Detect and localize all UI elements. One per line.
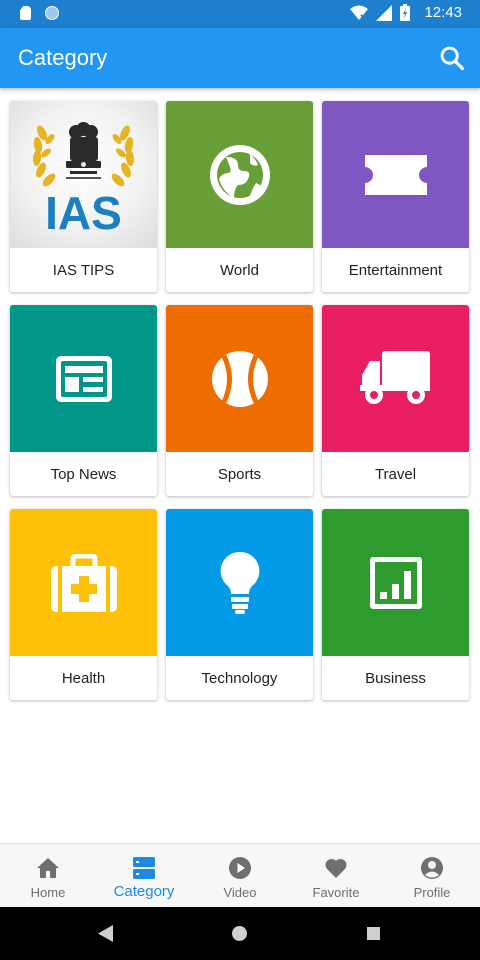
category-icon	[133, 857, 155, 879]
battery-icon	[400, 4, 411, 21]
ball-icon	[211, 350, 268, 407]
status-time: 12:43	[424, 4, 462, 21]
category-card-business[interactable]: Business	[322, 509, 469, 700]
system-navigation-bar	[0, 907, 480, 960]
category-card-ias-tips[interactable]: IAS IAS TIPS	[10, 101, 157, 292]
category-label: Business	[365, 669, 426, 687]
category-card-world[interactable]: World	[166, 101, 313, 292]
category-card-entertainment[interactable]: Entertainment	[322, 101, 469, 292]
category-card-sports[interactable]: Sports	[166, 305, 313, 496]
app-bar: Category	[0, 28, 480, 88]
category-label: Technology	[201, 669, 278, 687]
page-title: Category	[18, 45, 108, 70]
recent-apps-icon[interactable]	[367, 927, 380, 940]
status-right-icons: 12:43	[350, 4, 462, 21]
back-icon[interactable]	[98, 925, 114, 942]
account-circle-icon	[421, 857, 443, 879]
bottom-navigation: Home Category Video Favorite Profile	[0, 843, 480, 907]
search-icon[interactable]	[438, 44, 466, 72]
ias-emblem-logo: IAS	[32, 122, 135, 239]
heart-icon	[325, 858, 347, 878]
category-grid: IAS IAS TIPS World Entertainment Top New…	[10, 101, 470, 700]
category-image	[10, 509, 157, 656]
wifi-icon	[350, 5, 369, 21]
home-button-icon[interactable]	[232, 926, 247, 941]
category-image	[322, 305, 469, 452]
nav-label: Video	[223, 885, 257, 900]
category-image	[322, 509, 469, 656]
home-icon	[37, 858, 59, 878]
category-label: World	[220, 261, 259, 279]
category-label: Sports	[217, 465, 262, 483]
nav-category[interactable]: Category	[96, 844, 192, 907]
category-image: IAS	[10, 101, 157, 248]
status-bar: 12:43	[0, 0, 480, 28]
category-label: Travel	[374, 465, 417, 483]
nav-label: Home	[30, 885, 66, 900]
category-label: IAS TIPS	[52, 261, 115, 279]
nav-label: Profile	[413, 885, 451, 900]
nav-favorite[interactable]: Favorite	[288, 844, 384, 907]
signal-icon	[376, 4, 393, 21]
category-image	[166, 305, 313, 452]
category-card-technology[interactable]: Technology	[166, 509, 313, 700]
sd-card-icon	[20, 6, 31, 20]
play-circle-icon	[229, 857, 251, 879]
lightbulb-icon	[220, 551, 259, 614]
category-label: Health	[61, 669, 106, 687]
category-label: Top News	[50, 465, 117, 483]
category-image	[322, 101, 469, 248]
nav-video[interactable]: Video	[192, 844, 288, 907]
category-label: Entertainment	[348, 261, 443, 279]
category-image	[166, 101, 313, 248]
nav-label: Category	[113, 883, 175, 900]
nav-label: Favorite	[312, 885, 360, 900]
status-left-icons	[20, 6, 59, 20]
newspaper-icon	[55, 355, 112, 402]
ias-logo-text: IAS	[45, 187, 122, 239]
truck-icon	[359, 350, 430, 404]
category-card-travel[interactable]: Travel	[322, 305, 469, 496]
nav-profile[interactable]: Profile	[384, 844, 480, 907]
bar-chart-icon	[369, 556, 422, 609]
medical-kit-icon	[50, 553, 117, 612]
notification-dot-icon	[45, 6, 59, 20]
ticket-icon	[364, 154, 427, 195]
category-card-top-news[interactable]: Top News	[10, 305, 157, 496]
category-card-health[interactable]: Health	[10, 509, 157, 700]
category-image	[10, 305, 157, 452]
category-image	[166, 509, 313, 656]
nav-home[interactable]: Home	[0, 844, 96, 907]
globe-icon	[209, 144, 270, 205]
